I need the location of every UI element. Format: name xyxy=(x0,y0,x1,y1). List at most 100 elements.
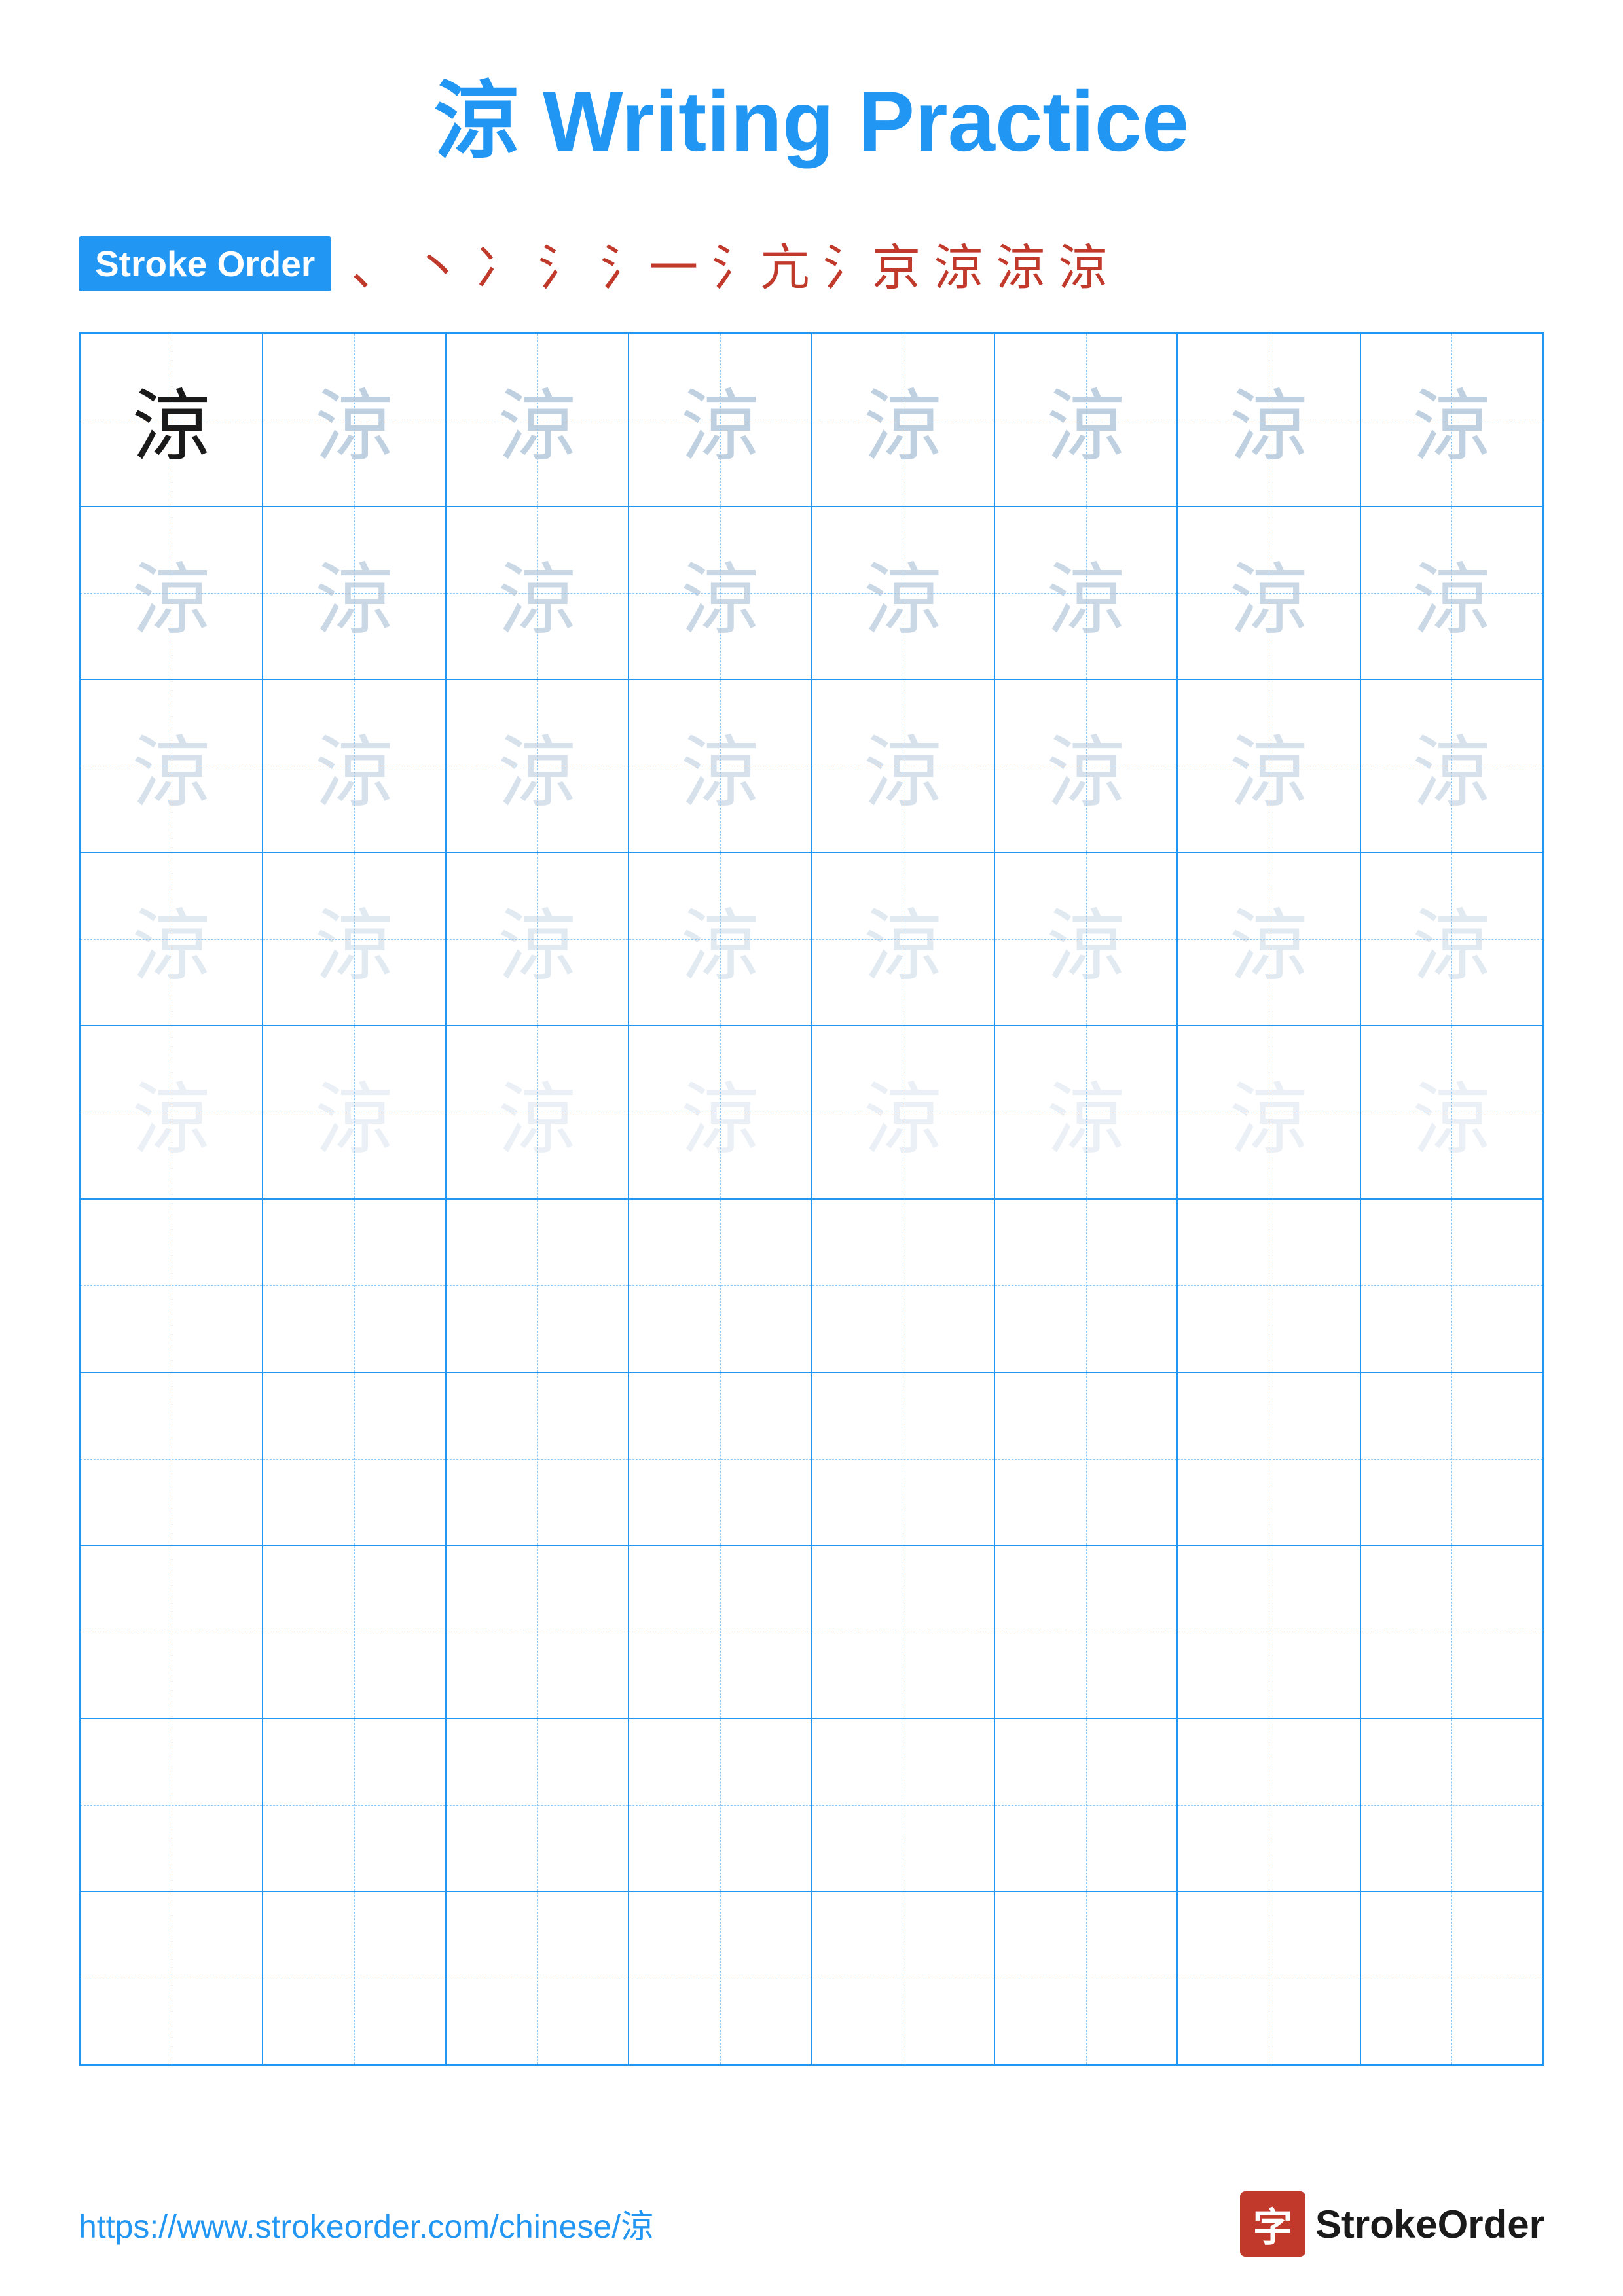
grid-cell[interactable]: 涼 xyxy=(994,1026,1177,1199)
practice-char: 涼 xyxy=(315,363,393,476)
grid-cell[interactable]: 涼 xyxy=(812,1026,994,1199)
grid-cell[interactable]: 涼 xyxy=(812,507,994,680)
grid-cell-empty[interactable] xyxy=(446,1719,629,1892)
grid-cell-empty[interactable] xyxy=(1177,1199,1360,1372)
practice-char: 涼 xyxy=(681,1056,759,1170)
grid-cell-empty[interactable] xyxy=(1360,1372,1543,1546)
practice-char: 涼 xyxy=(132,536,211,650)
grid-cell-empty[interactable] xyxy=(629,1545,811,1719)
grid-cell-empty[interactable] xyxy=(263,1719,445,1892)
grid-cell-empty[interactable] xyxy=(1360,1545,1543,1719)
grid-cell-empty[interactable] xyxy=(629,1199,811,1372)
grid-cell-empty[interactable] xyxy=(446,1892,629,2065)
grid-cell-empty[interactable] xyxy=(994,1545,1177,1719)
grid-cell-empty[interactable] xyxy=(80,1892,263,2065)
footer-brand: 字 StrokeOrder xyxy=(1240,2191,1544,2257)
grid-cell[interactable]: 涼 xyxy=(263,679,445,853)
grid-cell[interactable]: 涼 xyxy=(629,507,811,680)
grid-cell[interactable]: 涼 xyxy=(812,853,994,1026)
grid-cell-empty[interactable] xyxy=(80,1545,263,1719)
grid-cell[interactable]: 涼 xyxy=(994,507,1177,680)
grid-cell-empty[interactable] xyxy=(1177,1545,1360,1719)
grid-cell[interactable]: 涼 xyxy=(812,333,994,507)
grid-cell-empty[interactable] xyxy=(812,1545,994,1719)
grid-cell-empty[interactable] xyxy=(1177,1372,1360,1546)
grid-cell-empty[interactable] xyxy=(263,1372,445,1546)
grid-cell[interactable]: 涼 xyxy=(263,853,445,1026)
grid-cell-empty[interactable] xyxy=(263,1892,445,2065)
grid-cell[interactable]: 涼 xyxy=(1360,1026,1543,1199)
grid-cell-empty[interactable] xyxy=(994,1372,1177,1546)
brand-icon: 字 xyxy=(1240,2191,1305,2257)
grid-cell[interactable]: 涼 xyxy=(1360,507,1543,680)
grid-cell[interactable]: 涼 xyxy=(1360,333,1543,507)
grid-cell[interactable]: 涼 xyxy=(263,333,445,507)
grid-cell[interactable]: 涼 xyxy=(80,1026,263,1199)
grid-cell-empty[interactable] xyxy=(1360,1892,1543,2065)
grid-cell-empty[interactable] xyxy=(1360,1719,1543,1892)
grid-cell[interactable]: 涼 xyxy=(80,853,263,1026)
practice-char: 涼 xyxy=(681,363,759,476)
grid-cell-empty[interactable] xyxy=(80,1199,263,1372)
grid-cell[interactable]: 涼 xyxy=(629,333,811,507)
grid-cell[interactable]: 涼 xyxy=(446,333,629,507)
grid-cell-empty[interactable] xyxy=(629,1372,811,1546)
grid-cell[interactable]: 涼 xyxy=(1360,853,1543,1026)
grid-cell[interactable]: 涼 xyxy=(446,853,629,1026)
grid-cell-empty[interactable] xyxy=(994,1199,1177,1372)
grid-cell[interactable]: 涼 xyxy=(1177,853,1360,1026)
grid-cell-empty[interactable] xyxy=(446,1545,629,1719)
practice-char: 涼 xyxy=(498,709,576,823)
grid-cell[interactable]: 涼 xyxy=(446,679,629,853)
grid-cell-empty[interactable] xyxy=(80,1719,263,1892)
grid-cell[interactable]: 涼 xyxy=(994,679,1177,853)
practice-char: 涼 xyxy=(864,363,942,476)
grid-cell-empty[interactable] xyxy=(1360,1199,1543,1372)
grid-cell[interactable]: 涼 xyxy=(1177,679,1360,853)
title-text: Writing Practice xyxy=(543,73,1189,169)
grid-cell[interactable]: 涼 xyxy=(1177,1026,1360,1199)
grid-cell-empty[interactable] xyxy=(812,1719,994,1892)
stroke-char-6: 氵亢 xyxy=(711,228,809,299)
grid-cell[interactable]: 涼 xyxy=(446,507,629,680)
grid-cell[interactable]: 涼 xyxy=(263,507,445,680)
grid-cell-empty[interactable] xyxy=(812,1199,994,1372)
grid-cell-empty[interactable] xyxy=(994,1892,1177,2065)
grid-cell[interactable]: 涼 xyxy=(263,1026,445,1199)
grid-cell[interactable]: 涼 xyxy=(994,333,1177,507)
grid-cell-empty[interactable] xyxy=(812,1372,994,1546)
grid-cell-empty[interactable] xyxy=(1177,1719,1360,1892)
grid-cell-empty[interactable] xyxy=(446,1199,629,1372)
grid-cell-empty[interactable] xyxy=(629,1892,811,2065)
grid-cell-empty[interactable] xyxy=(1177,1892,1360,2065)
grid-cell[interactable]: 涼 xyxy=(446,1026,629,1199)
grid-cell[interactable]: 涼 xyxy=(80,507,263,680)
grid-cell-empty[interactable] xyxy=(446,1372,629,1546)
grid-cell-empty[interactable] xyxy=(994,1719,1177,1892)
grid-cell[interactable]: 涼 xyxy=(80,333,263,507)
grid-cell[interactable]: 涼 xyxy=(1177,507,1360,680)
grid-cell-empty[interactable] xyxy=(812,1892,994,2065)
practice-char: 涼 xyxy=(1047,536,1125,650)
grid-cell[interactable]: 涼 xyxy=(629,853,811,1026)
grid-cell[interactable]: 涼 xyxy=(629,679,811,853)
practice-char: 涼 xyxy=(681,536,759,650)
grid-cell[interactable]: 涼 xyxy=(1360,679,1543,853)
practice-char: 涼 xyxy=(132,709,211,823)
grid-cell[interactable]: 涼 xyxy=(812,679,994,853)
grid-cell-empty[interactable] xyxy=(263,1545,445,1719)
grid-cell[interactable]: 涼 xyxy=(629,1026,811,1199)
grid-cell-empty[interactable] xyxy=(263,1199,445,1372)
stroke-char-4: 氵 xyxy=(538,228,587,299)
stroke-order-row: Stroke Order 、 丶 冫 氵 氵一 氵亢 氵京 涼 涼 涼 xyxy=(79,228,1544,299)
grid-cell[interactable]: 涼 xyxy=(80,679,263,853)
grid-cell-empty[interactable] xyxy=(629,1719,811,1892)
practice-char: 涼 xyxy=(1230,363,1308,476)
grid-cell[interactable]: 涼 xyxy=(994,853,1177,1026)
practice-char: 涼 xyxy=(1230,709,1308,823)
practice-char: 涼 xyxy=(132,363,211,476)
grid-cell-empty[interactable] xyxy=(80,1372,263,1546)
practice-char: 涼 xyxy=(681,882,759,996)
grid-cell[interactable]: 涼 xyxy=(1177,333,1360,507)
practice-char: 涼 xyxy=(864,709,942,823)
